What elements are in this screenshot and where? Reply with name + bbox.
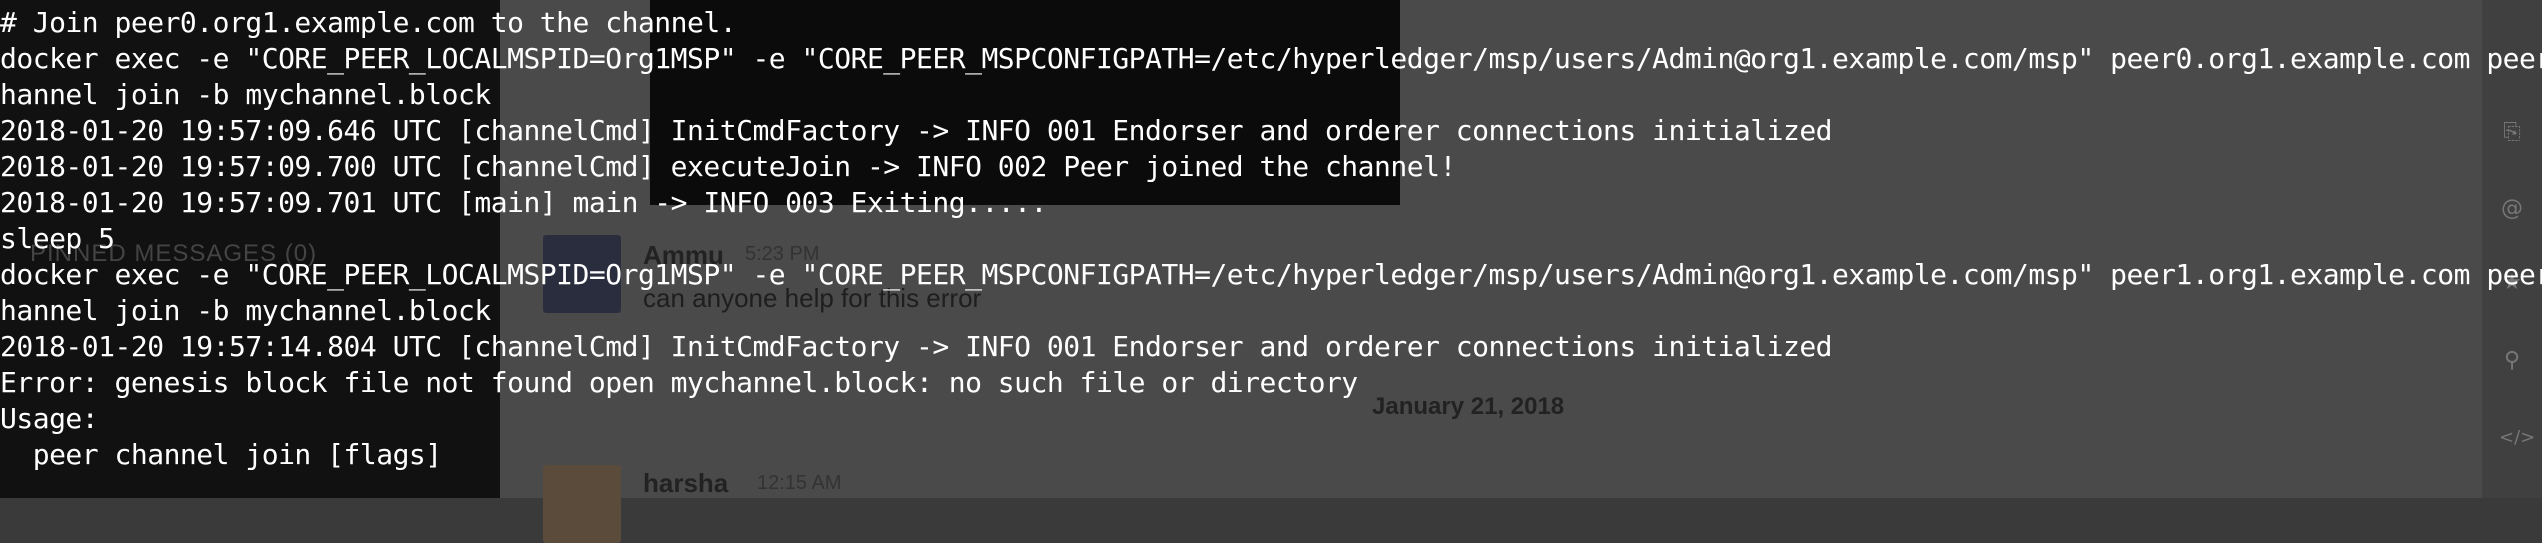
terminal-line: # Join peer0.org1.example.com to the cha… <box>0 6 737 39</box>
terminal-line: peer channel join [flags] <box>0 438 442 471</box>
terminal-line: 2018-01-20 19:57:14.804 UTC [channelCmd]… <box>0 330 1833 363</box>
terminal-line: hannel join -b mychannel.block <box>0 294 491 327</box>
terminal-line: Usage: <box>0 402 99 435</box>
terminal-line: docker exec -e "CORE_PEER_LOCALMSPID=Org… <box>0 258 2542 291</box>
terminal-output[interactable]: # Join peer0.org1.example.com to the cha… <box>0 0 2542 498</box>
terminal-line: sleep 5 <box>0 222 115 255</box>
terminal-line: 2018-01-20 19:57:09.701 UTC [main] main … <box>0 186 1047 219</box>
terminal-line: Error: genesis block file not found open… <box>0 366 1358 399</box>
terminal-line: 2018-01-20 19:57:09.646 UTC [channelCmd]… <box>0 114 1833 147</box>
terminal-line: hannel join -b mychannel.block <box>0 78 491 111</box>
terminal-line: 2018-01-20 19:57:09.700 UTC [channelCmd]… <box>0 150 1456 183</box>
terminal-line: docker exec -e "CORE_PEER_LOCALMSPID=Org… <box>0 42 2542 75</box>
